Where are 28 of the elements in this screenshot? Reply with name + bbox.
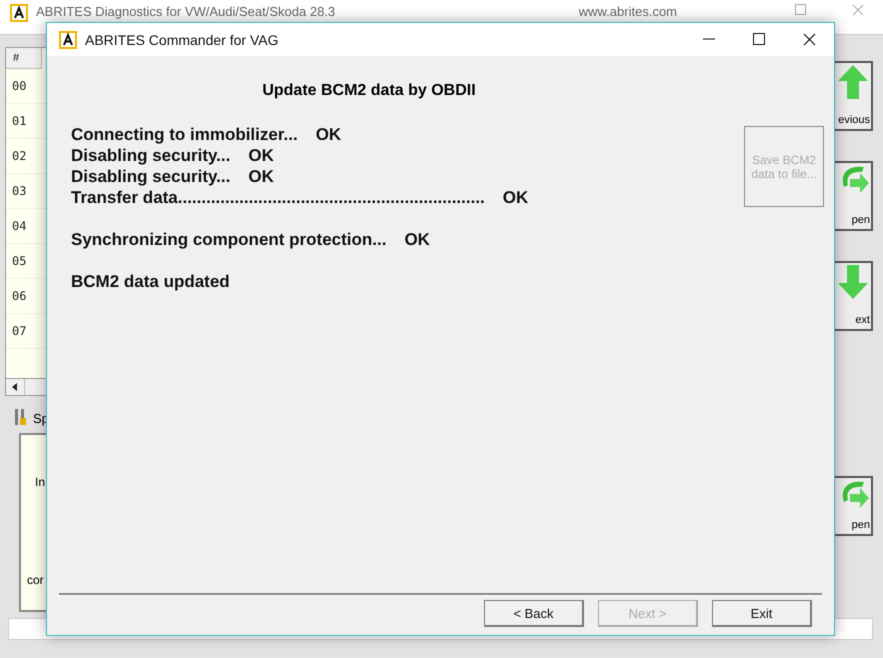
wizard-button[interactable]: Exit <box>712 600 812 627</box>
dialog-logo-icon <box>59 30 77 48</box>
log-text: Disabling security... <box>71 166 230 187</box>
dialog-title: ABRITES Commander for VAG <box>85 32 278 48</box>
side-button[interactable]: pen <box>833 161 873 231</box>
status-text: OK <box>316 124 342 145</box>
side-button[interactable]: pen <box>833 476 873 536</box>
log-text: Synchronizing component protection... <box>71 229 386 250</box>
status-text: OK <box>502 187 528 208</box>
up-arrow-icon <box>836 63 870 101</box>
log-text: Connecting to immobilizer... <box>71 124 298 145</box>
wizard-button[interactable]: < Back <box>484 600 584 627</box>
app-logo-icon <box>10 4 28 22</box>
column-header: # <box>6 48 42 69</box>
log-text: BCM2 data updated <box>71 271 230 292</box>
window-title: ABRITES Diagnostics for VW/Audi/Seat/Skoda 28.3 <box>36 4 336 19</box>
status-text: OK <box>248 145 274 166</box>
side-button[interactable]: ext <box>833 261 873 331</box>
panel-text: cor <box>27 573 45 587</box>
log-text: Transfer data................................................................. <box>71 187 485 208</box>
panel-text: In <box>35 475 46 489</box>
status-text: OK <box>404 229 430 250</box>
side-button[interactable]: evious <box>833 61 873 131</box>
website-text: www.abrites.com <box>578 4 677 19</box>
down-arrow-icon <box>836 263 870 301</box>
status-text: OK <box>248 166 274 187</box>
log-text: Disabling security... <box>71 145 230 166</box>
dialog-heading: Update BCM2 data by OBDII <box>261 82 477 100</box>
